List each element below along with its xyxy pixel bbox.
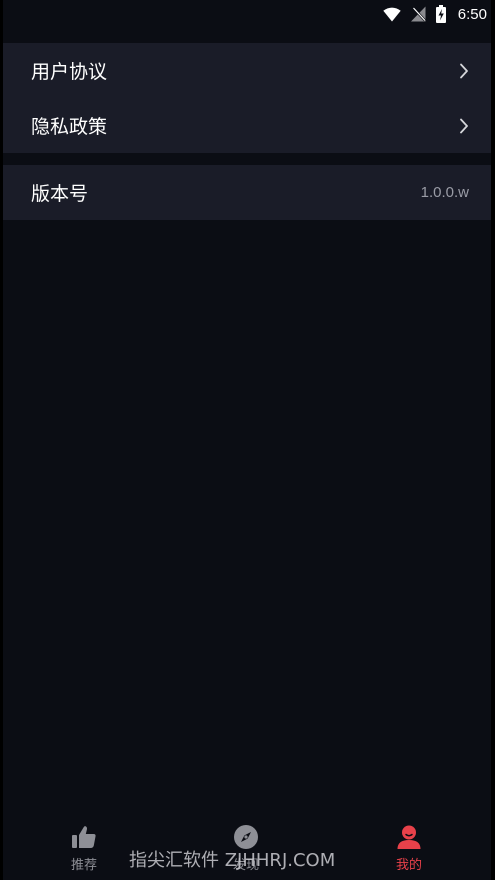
signal-off-icon — [410, 6, 426, 22]
user-icon — [369, 824, 449, 850]
tab-mine[interactable]: 我的 — [369, 824, 449, 873]
status-bar: 6:50 — [3, 0, 491, 28]
version-row: 版本号 1.0.0.w — [3, 165, 491, 220]
tab-mine-label: 我的 — [395, 858, 422, 873]
wifi-icon — [383, 7, 401, 22]
version-label: 版本号 — [31, 183, 89, 205]
chevron-right-icon — [459, 118, 469, 134]
settings-group-version: 版本号 1.0.0.w — [3, 165, 491, 220]
privacy-policy-label: 隐私政策 — [31, 116, 108, 138]
settings-group-legal: 用户协议 隐私政策 — [3, 43, 491, 153]
status-icons: 6:50 — [383, 4, 487, 24]
clock: 6:50 — [457, 5, 487, 23]
app-screen: 6:50 用户协议 隐私政策 版本号 1.0.0.w 推荐 发现 我的 指尖汇软… — [3, 0, 491, 880]
watermark-text: 指尖汇软件 ZJHHRJ.COM — [129, 850, 336, 871]
battery-charging-icon — [435, 5, 446, 23]
user-agreement-label: 用户协议 — [31, 61, 108, 83]
thumbs-up-icon — [44, 824, 124, 850]
version-value: 1.0.0.w — [420, 184, 469, 201]
user-agreement-row[interactable]: 用户协议 — [3, 43, 491, 98]
tab-recommend-label: 推荐 — [70, 858, 97, 873]
chevron-right-icon — [459, 63, 469, 79]
tab-recommend[interactable]: 推荐 — [44, 824, 124, 873]
privacy-policy-row[interactable]: 隐私政策 — [3, 98, 491, 153]
